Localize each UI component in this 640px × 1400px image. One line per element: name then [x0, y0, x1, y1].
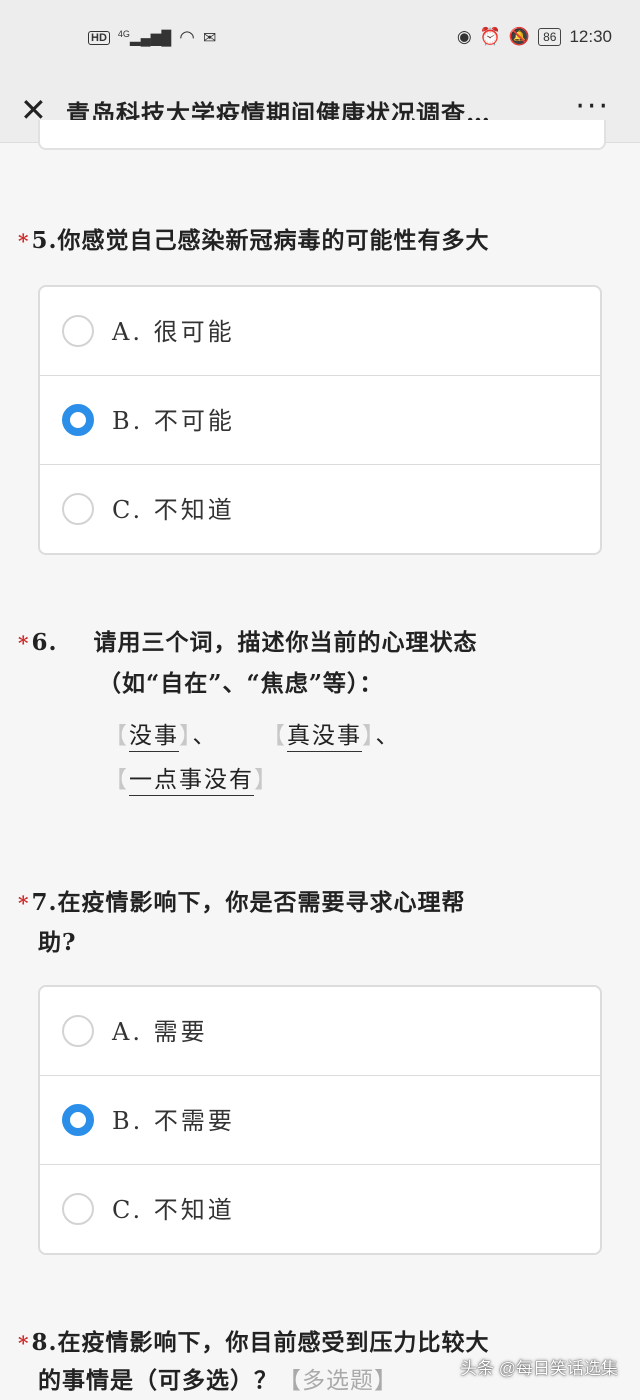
- radio-button[interactable]: [62, 493, 94, 525]
- question-7-title: *7.在疫情影响下，你是否需要寻求心理帮: [18, 884, 465, 922]
- option-c[interactable]: C. 不知道: [40, 465, 600, 553]
- multi-select-tag: 【多选题】: [278, 1368, 398, 1394]
- question-6-title: *6. 请用三个词，描述你当前的心理状态: [18, 624, 477, 662]
- question-text: 在疫情影响下，你目前感受到压力比较大: [57, 1329, 490, 1356]
- question-7-options: A. 需要 B. 不需要 C. 不知道: [38, 985, 602, 1255]
- option-label: A. 很可能: [112, 318, 235, 346]
- answer-1[interactable]: 【没事】、: [104, 716, 218, 752]
- mute-icon: 🔕: [508, 27, 531, 46]
- option-a[interactable]: A. 需要: [40, 987, 600, 1076]
- answer-3[interactable]: 【一点事没有】: [104, 760, 279, 796]
- required-star-icon: *: [18, 631, 30, 655]
- time: 12:30: [569, 27, 612, 46]
- option-b[interactable]: B. 不需要: [40, 1076, 600, 1165]
- option-label: C. 不知道: [112, 496, 235, 524]
- question-number: 5.: [31, 227, 58, 254]
- previous-question-box: [38, 120, 606, 150]
- radio-button[interactable]: [62, 1015, 94, 1047]
- question-text: 你感觉自己感染新冠病毒的可能性有多大: [57, 227, 490, 254]
- question-8-title-line2: 的事情是（可多选）？【多选题】: [38, 1367, 398, 1394]
- radio-button[interactable]: [62, 1193, 94, 1225]
- question-number: 6.: [31, 629, 58, 656]
- question-5-options: A. 很可能 B. 不可能 C. 不知道: [38, 285, 602, 555]
- option-label: B. 不需要: [112, 1107, 235, 1135]
- question-5-title: *5.你感觉自己感染新冠病毒的可能性有多大: [18, 222, 489, 260]
- alarm-icon: ⏰: [479, 27, 501, 46]
- status-right: ◉ ⏰ 🔕 86 12:30: [457, 27, 612, 47]
- status-left: HD 4G▂▄▆█ ◠ ✉: [88, 27, 216, 48]
- question-number: 8.: [31, 1329, 58, 1356]
- option-c[interactable]: C. 不知道: [40, 1165, 600, 1253]
- battery-icon: 86: [538, 28, 562, 46]
- signal-4g-icon: 4G▂▄▆█: [117, 28, 172, 46]
- eye-icon: ◉: [456, 27, 472, 46]
- question-6-subtitle: （如“自在”、“焦虑”等）：: [98, 670, 384, 697]
- radio-button[interactable]: [62, 315, 94, 347]
- question-text: 在疫情影响下，你是否需要寻求心理帮: [57, 889, 466, 916]
- app-icon: ✉: [203, 29, 217, 47]
- radio-button-selected[interactable]: [62, 404, 94, 436]
- option-label: C. 不知道: [112, 1196, 235, 1224]
- more-options-icon[interactable]: ···: [575, 90, 610, 124]
- question-7-title-line2: 助?: [38, 929, 77, 956]
- required-star-icon: *: [18, 1331, 30, 1355]
- answer-2[interactable]: 【真没事】、: [262, 716, 401, 752]
- question-8-title: *8.在疫情影响下，你目前感受到压力比较大: [18, 1324, 489, 1362]
- required-star-icon: *: [18, 229, 30, 253]
- required-star-icon: *: [18, 891, 30, 915]
- radio-button-selected[interactable]: [62, 1104, 94, 1136]
- wifi-icon: ◠: [179, 27, 195, 47]
- option-b[interactable]: B. 不可能: [40, 376, 600, 465]
- hd-icon: HD: [88, 30, 110, 45]
- option-label: B. 不可能: [112, 407, 235, 435]
- watermark: 头条 @每日笑话选集: [460, 1359, 618, 1378]
- question-text: 请用三个词，描述你当前的心理状态: [93, 629, 478, 656]
- status-bar: HD 4G▂▄▆█ ◠ ✉ ◉ ⏰ 🔕 86 12:30: [0, 0, 640, 80]
- option-a[interactable]: A. 很可能: [40, 287, 600, 376]
- option-label: A. 需要: [112, 1018, 208, 1046]
- question-number: 7.: [31, 889, 58, 916]
